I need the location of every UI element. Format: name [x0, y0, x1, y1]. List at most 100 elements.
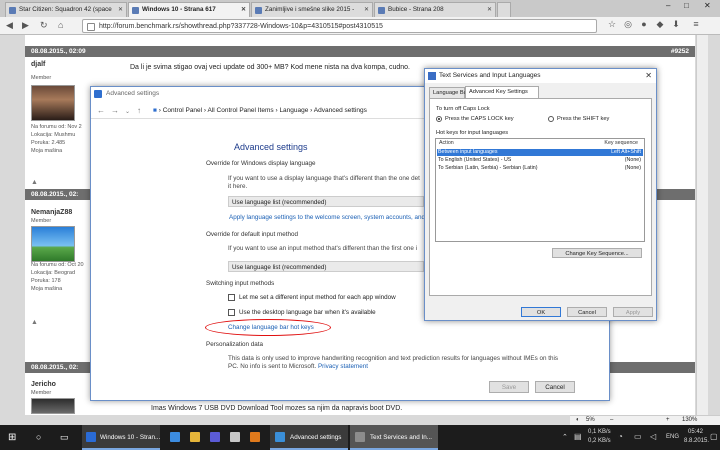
close-icon[interactable]: ✕ [241, 6, 246, 13]
post-text: Imas Windows 7 USB DVD Download Tool moz… [151, 405, 403, 412]
control-panel-icon [94, 90, 102, 98]
radio-label: Press the CAPS LOCK key [445, 116, 514, 122]
tab-bubice[interactable]: Bubice - Strana 208 ✕ [374, 2, 496, 17]
taskbar-item-app[interactable] [226, 425, 244, 450]
up-arrow-icon[interactable]: ⌃ [562, 433, 568, 441]
close-icon[interactable]: ✕ [704, 1, 711, 10]
input-method-select[interactable]: Use language list (recommended) [228, 261, 424, 272]
shield-icon[interactable]: ◆ [654, 19, 666, 31]
edge-icon [170, 432, 180, 442]
zoom-out-icon[interactable]: – [610, 417, 613, 423]
taskbar-item-explorer[interactable] [186, 425, 204, 450]
notifications-icon[interactable]: ▢ [710, 432, 718, 441]
minimize-icon[interactable]: – [666, 1, 670, 10]
up-icon[interactable]: ↑ [137, 106, 141, 115]
change-key-sequence-button[interactable]: Change Key Sequence... [552, 248, 642, 258]
keyboard-icon [355, 432, 365, 442]
maximize-icon[interactable]: □ [684, 1, 689, 10]
chevron-down-icon[interactable]: ⌄ [125, 108, 130, 115]
section-desc: This data is only used to improve handwr… [228, 355, 559, 370]
list-item[interactable]: To English (United States) - US (None) [437, 157, 643, 164]
reload-icon[interactable]: ↻ [40, 20, 48, 31]
close-icon[interactable]: ✕ [645, 71, 652, 80]
close-icon[interactable]: ✕ [487, 6, 492, 13]
wifi-icon[interactable]: ◔ [618, 432, 623, 441]
new-tab-button[interactable] [497, 2, 511, 17]
forward-icon[interactable]: ▶ [22, 20, 29, 31]
zoom-level[interactable]: 130% [682, 417, 697, 423]
taskbar-item-player[interactable] [246, 425, 264, 450]
warning-icon[interactable]: ▲ [31, 179, 38, 186]
post-username[interactable]: NemanjaZ88 [31, 209, 72, 216]
avatar [31, 85, 75, 121]
column-header-action: Action [439, 140, 454, 146]
privacy-statement-link[interactable]: Privacy statement [318, 363, 368, 370]
taskbar-item-store[interactable] [206, 425, 224, 450]
store-icon [210, 432, 220, 442]
tab-zanimljive[interactable]: Zanimljive i smešne slike 2015 - ✕ [251, 2, 373, 17]
save-button[interactable]: Save [489, 381, 529, 393]
breadcrumb-control-panel[interactable]: Control Panel [163, 107, 202, 114]
dialog-titlebar[interactable]: Text Services and Input Languages ✕ [425, 69, 656, 83]
extension-icon[interactable]: ◎ [622, 19, 634, 31]
taskbar-item-advanced-settings[interactable]: Advanced settings [270, 425, 348, 450]
menu-icon[interactable]: ≡ [690, 19, 702, 31]
post-username[interactable]: Jericho [31, 381, 56, 388]
page-scrollbar[interactable] [696, 35, 708, 415]
tab-advanced-key-settings[interactable]: Advanced Key Settings [465, 86, 539, 98]
shift-key-radio[interactable] [548, 116, 554, 122]
lastpass-icon[interactable]: ● [638, 19, 650, 31]
section-title: Personalization data [206, 341, 264, 348]
clock-time[interactable]: 05:42 [688, 429, 703, 435]
breadcrumb-all-items[interactable]: All Control Panel Items [208, 107, 274, 114]
task-view-button[interactable]: ▭ [54, 425, 78, 450]
volume-icon[interactable]: ◁ [650, 432, 656, 441]
breadcrumb-language[interactable]: Language [279, 107, 308, 114]
search-icon: ○ [36, 432, 42, 442]
windows-icon: ⊞ [8, 432, 17, 443]
battery-icon[interactable]: ▭ [634, 432, 642, 441]
warning-icon[interactable]: ▲ [31, 319, 38, 326]
star-icon[interactable]: ☆ [606, 19, 618, 31]
tab-windows-10[interactable]: Windows 10 - Strana 617 ✕ [128, 2, 250, 17]
url-bar[interactable]: http://forum.benchmark.rs/showthread.php… [82, 19, 597, 33]
apply-button[interactable]: Apply [613, 307, 653, 317]
input-language[interactable]: ENG [666, 434, 679, 440]
search-button[interactable]: ○ [30, 425, 52, 450]
caps-lock-radio[interactable] [436, 116, 442, 122]
tab-star-citizen[interactable]: Star Citizen: Squadron 42 (space ✕ [5, 2, 127, 17]
taskbar-item-edge[interactable] [166, 425, 184, 450]
window-controls: – □ ✕ [660, 0, 720, 14]
home-icon[interactable]: ⌂ [58, 20, 63, 30]
taskbar-item-browser[interactable]: Windows 10 - Stran... [82, 425, 160, 450]
list-item[interactable]: To Serbian (Latin, Serbia) - Serbian (La… [437, 165, 643, 172]
clock-date[interactable]: 8.8.2015. [684, 438, 709, 444]
back-icon[interactable]: ← [97, 106, 105, 115]
cancel-button[interactable]: Cancel [535, 381, 575, 393]
per-app-input-checkbox[interactable] [228, 294, 235, 301]
network-icon[interactable]: ▤ [574, 432, 582, 441]
ok-button[interactable]: OK [521, 307, 561, 317]
list-item[interactable]: Between input languages Left Alt+Shift [437, 149, 643, 156]
group-title: To turn off Caps Lock [436, 106, 490, 112]
cancel-button[interactable]: Cancel [567, 307, 607, 317]
close-icon[interactable]: ✕ [118, 6, 123, 13]
download-icon[interactable]: ⬇ [670, 19, 682, 31]
back-icon[interactable]: ◀ [6, 20, 13, 31]
close-icon[interactable]: ✕ [364, 6, 369, 13]
tab-language-bar[interactable]: Language Bar [429, 87, 469, 98]
display-language-select[interactable]: Use language list (recommended) [228, 196, 424, 207]
zoom-in-icon[interactable]: + [666, 417, 670, 423]
breadcrumb-advanced-settings[interactable]: Advanced settings [314, 107, 367, 114]
forward-icon[interactable]: → [111, 106, 119, 115]
section-title: Override for Windows display language [206, 160, 316, 167]
start-button[interactable]: ⊞ [0, 425, 26, 450]
checkbox-label: Use the desktop language bar when it's a… [239, 309, 376, 316]
browser-tab-bar: Star Citizen: Squadron 42 (space ✕ Window… [0, 0, 720, 17]
post-username[interactable]: djalf [31, 61, 45, 68]
upload-speed: 0,1 KB/s [588, 429, 611, 435]
apply-language-settings-link[interactable]: Apply language settings to the welcome s… [229, 214, 425, 221]
page-title: Advanced settings [234, 142, 308, 152]
desktop-language-bar-checkbox[interactable] [228, 309, 235, 316]
taskbar-item-text-services[interactable]: Text Services and In... [350, 425, 438, 450]
